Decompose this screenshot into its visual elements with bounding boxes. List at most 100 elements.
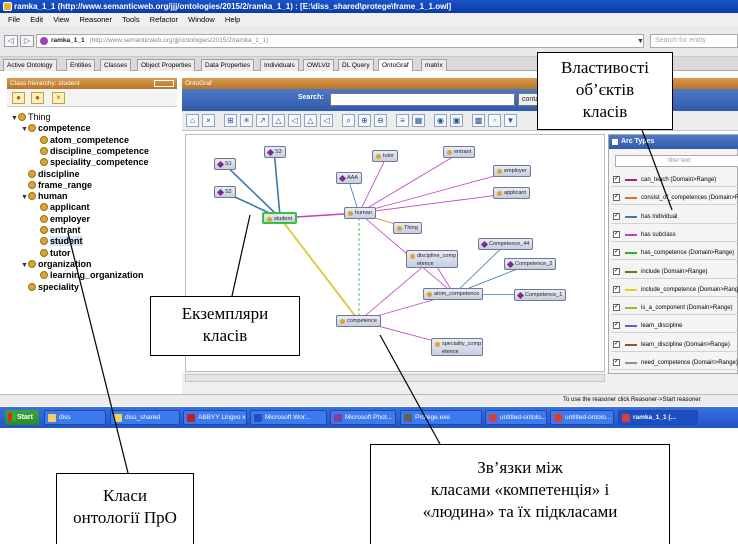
tree-node[interactable]: speciality_competence bbox=[33, 156, 149, 168]
menu-help[interactable]: Help bbox=[225, 13, 240, 26]
menu-window[interactable]: Window bbox=[188, 13, 215, 26]
start-button[interactable]: Start bbox=[5, 410, 39, 425]
arc-type-checkbox[interactable]: ✓ bbox=[613, 267, 620, 275]
menu-view[interactable]: View bbox=[53, 13, 69, 26]
tree-layout-icon[interactable]: △ bbox=[272, 114, 285, 127]
graph-node-applicant[interactable]: applicant bbox=[493, 187, 531, 199]
tab-entities[interactable]: Entities bbox=[66, 59, 96, 71]
tab-dl-query[interactable]: DL Query bbox=[338, 59, 374, 71]
back-button[interactable]: ◁ bbox=[4, 35, 18, 47]
add-sibling-class-icon[interactable]: ● bbox=[31, 92, 44, 104]
add-subclass-icon[interactable]: ● bbox=[12, 92, 25, 104]
open-icon[interactable]: ▫ bbox=[488, 114, 501, 127]
tree-node[interactable]: ▼ Thing bbox=[11, 111, 51, 123]
view-controls-icon[interactable] bbox=[154, 80, 174, 87]
tab-ontograf[interactable]: OntoGraf bbox=[378, 59, 413, 71]
tree-node[interactable]: ▼ human bbox=[21, 190, 68, 202]
arc-type-checkbox[interactable]: ✓ bbox=[613, 285, 620, 293]
graph-node-human[interactable]: human bbox=[344, 207, 376, 219]
taskbar-item[interactable]: diss_shared bbox=[110, 410, 180, 425]
arc-type-row[interactable]: ✓ has_competence (Domain>Range) bbox=[611, 246, 738, 261]
graph-node-s3[interactable]: S3 bbox=[264, 146, 286, 158]
tree-node[interactable]: tutor bbox=[33, 247, 71, 259]
arc-type-checkbox[interactable]: ✓ bbox=[613, 230, 620, 238]
menu-refactor[interactable]: Refactor bbox=[150, 13, 178, 26]
filter-icon[interactable]: ≡ bbox=[396, 114, 409, 127]
graph-node-atomcomp[interactable]: atom_competence bbox=[423, 288, 484, 300]
menu-edit[interactable]: Edit bbox=[30, 13, 43, 26]
tree-node[interactable]: discipline_competence bbox=[33, 145, 149, 157]
graph-node-s2[interactable]: S2 bbox=[214, 186, 236, 198]
arc-type-row[interactable]: ✓ need_competence (Domain>Range) bbox=[611, 356, 738, 370]
tree-node[interactable]: entrant bbox=[33, 224, 81, 236]
radial-layout-icon[interactable]: ✳ bbox=[240, 114, 253, 127]
arc-type-row[interactable]: ✓ include (Domain>Range) bbox=[611, 265, 738, 279]
ontology-selector[interactable]: ramka_1_1 (http://www.semanticweb.org/jj… bbox=[36, 34, 644, 48]
menu-file[interactable]: File bbox=[8, 13, 20, 26]
arc-type-row[interactable]: ✓ learn_discipline (Domain>Range) bbox=[611, 338, 738, 352]
taskbar-item[interactable]: Protege.exe bbox=[400, 410, 482, 425]
tree-node[interactable]: discipline bbox=[21, 168, 80, 180]
tree-node[interactable]: speciality bbox=[21, 281, 79, 293]
expand-toggle-icon[interactable]: ▼ bbox=[21, 192, 28, 204]
taskbar-item[interactable]: Microsoft Wor... bbox=[250, 410, 327, 425]
entity-search-input[interactable]: Search for entity bbox=[650, 34, 738, 48]
arc-type-row[interactable]: ✓ consist_of_competences (Domain>Range) bbox=[611, 191, 738, 206]
arc-type-checkbox[interactable]: ✓ bbox=[613, 176, 620, 183]
arc-filter-input[interactable]: filter text bbox=[615, 155, 738, 167]
zoom-in-icon[interactable]: ⊕ bbox=[358, 114, 371, 127]
vertical-tree-icon[interactable]: △ bbox=[304, 114, 317, 127]
arc-type-row[interactable]: ✓ can_teach (Domain>Range) bbox=[611, 173, 738, 187]
chevron-down-icon[interactable]: ▼ bbox=[637, 38, 644, 45]
horizontal-directed-icon[interactable]: ◁ bbox=[320, 114, 333, 127]
graph-node-comp44[interactable]: Competence_44 bbox=[478, 238, 534, 250]
graph-node-student[interactable]: student bbox=[262, 212, 298, 224]
search-input[interactable] bbox=[330, 93, 515, 106]
graph-node-employer[interactable]: employer bbox=[493, 165, 531, 177]
graph-node-aaa[interactable]: AAA bbox=[336, 172, 363, 184]
tree-node[interactable]: frame_range bbox=[21, 179, 92, 191]
graph-node-comp2[interactable]: Competence_2 bbox=[504, 258, 557, 270]
graph-node-comp1[interactable]: Competence_1 bbox=[514, 289, 567, 301]
arc-type-row[interactable]: ✓ has subclass bbox=[611, 228, 738, 242]
graph-node-disccomp[interactable]: discipline_comp etence bbox=[406, 250, 458, 268]
taskbar-item[interactable]: ramka_1_1 (... bbox=[618, 410, 698, 425]
tree-node[interactable]: student bbox=[33, 235, 83, 247]
pin-icon[interactable]: ▼ bbox=[504, 114, 517, 127]
graph-node-thing[interactable]: Thing bbox=[393, 222, 422, 234]
graph-node-entrant[interactable]: entrant bbox=[443, 146, 476, 158]
graph-node-tutor[interactable]: tutor bbox=[372, 150, 399, 162]
grid-layout-icon[interactable]: ⊞ bbox=[224, 114, 237, 127]
tab-individuals[interactable]: Individuals bbox=[260, 59, 299, 71]
taskbar-item[interactable]: Microsoft Phot... bbox=[330, 410, 396, 425]
tree-node[interactable]: ▼ organization bbox=[21, 258, 92, 270]
expand-toggle-icon[interactable]: ▼ bbox=[11, 113, 18, 125]
spring-layout-icon[interactable]: ↗ bbox=[256, 114, 269, 127]
tab-active-ontology[interactable]: Active Ontology bbox=[3, 59, 57, 71]
horizontal-scrollbar[interactable] bbox=[185, 374, 605, 382]
taskbar-item[interactable]: untitled-ontolo... bbox=[485, 410, 547, 425]
arc-type-row[interactable]: ✓ include_competence (Domain>Range) bbox=[611, 283, 738, 297]
arc-type-row[interactable]: ✓ is_a_component (Domain>Range) bbox=[611, 301, 738, 316]
save-icon[interactable]: ▩ bbox=[472, 114, 485, 127]
calendar-icon[interactable]: ▦ bbox=[412, 114, 425, 127]
taskbar-item[interactable]: ABBYY Lingvo x3 bbox=[183, 410, 247, 425]
tab-data-properties[interactable]: Data Properties bbox=[201, 59, 255, 71]
arc-type-checkbox[interactable]: ✓ bbox=[613, 340, 620, 348]
camera-icon[interactable]: ◉ bbox=[434, 114, 447, 127]
graph-node-competence[interactable]: competence bbox=[336, 315, 381, 327]
arc-type-checkbox[interactable]: ✓ bbox=[613, 212, 620, 220]
arc-type-checkbox[interactable]: ✓ bbox=[613, 304, 620, 312]
tree-node[interactable]: employer bbox=[33, 213, 90, 225]
arc-type-checkbox[interactable]: ✓ bbox=[613, 359, 620, 366]
tree-node[interactable]: ▼ competence bbox=[21, 122, 91, 134]
zoom-fit-icon[interactable]: ⌕ bbox=[342, 114, 355, 127]
tree-node[interactable]: learning_organization bbox=[33, 269, 144, 281]
tree-node[interactable]: atom_competence bbox=[33, 134, 129, 146]
home-icon[interactable]: ⌂ bbox=[186, 114, 199, 127]
graph-node-s1[interactable]: S1 bbox=[214, 158, 236, 170]
tab-matrix[interactable]: matrix bbox=[421, 59, 447, 71]
image-export-icon[interactable]: ▣ bbox=[450, 114, 463, 127]
graph-node-speccomp[interactable]: speciality_comp etence bbox=[431, 338, 483, 356]
menu-reasoner[interactable]: Reasoner bbox=[79, 13, 112, 26]
